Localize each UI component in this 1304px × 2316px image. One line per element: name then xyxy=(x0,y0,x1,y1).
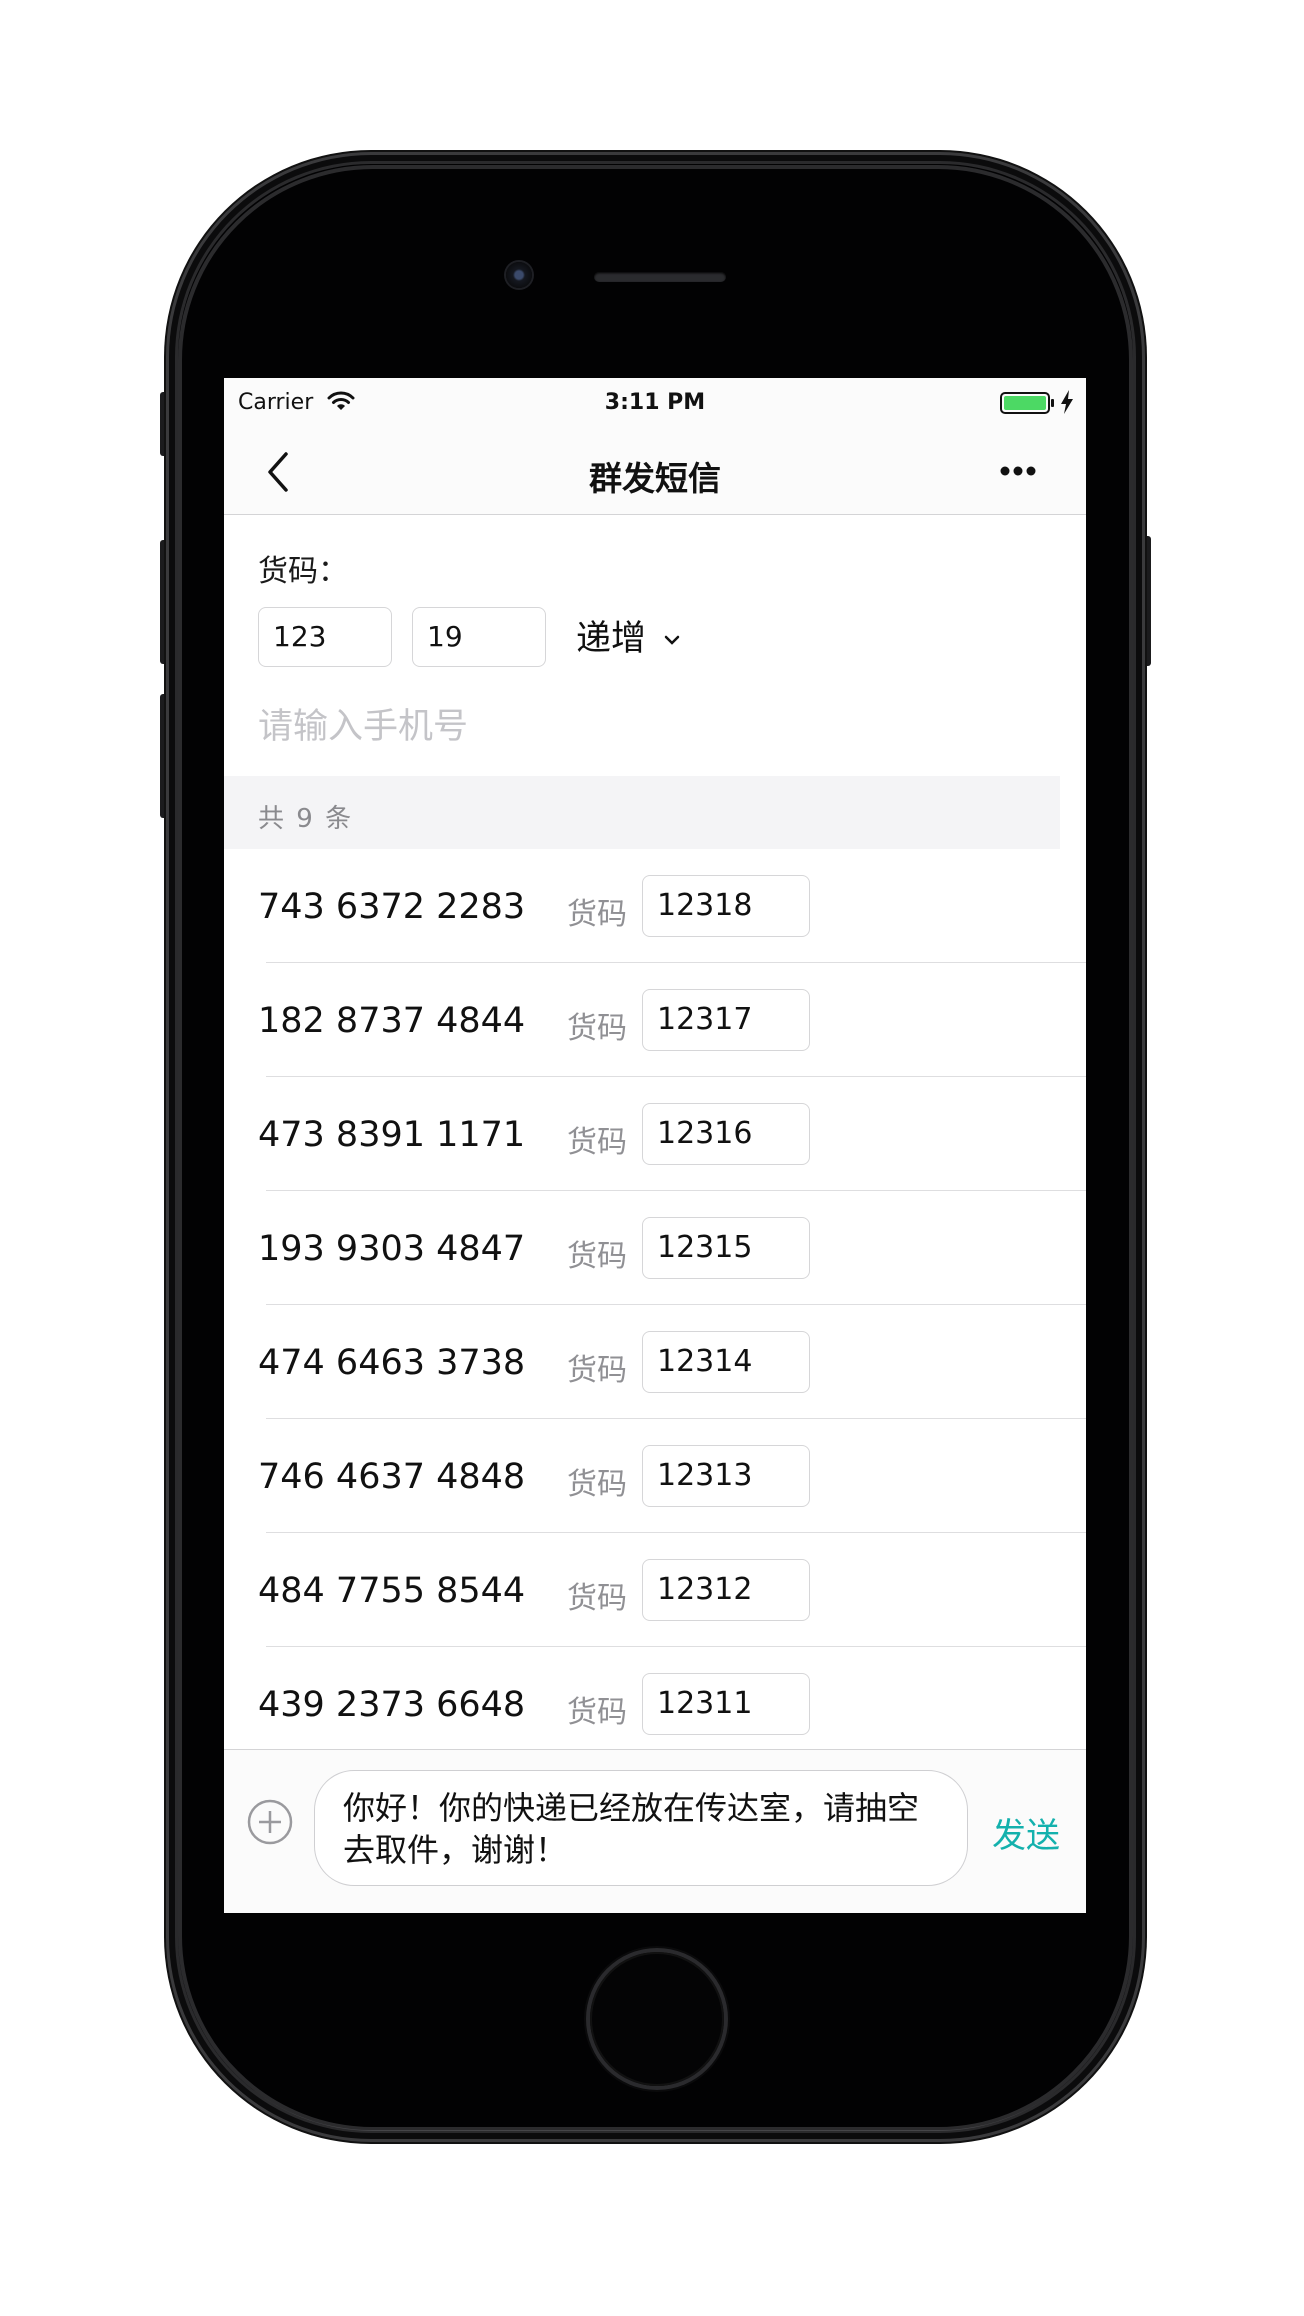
list-item[interactable]: 746 4637 4848 货码 12313 xyxy=(224,1419,1086,1533)
recipient-phone: 484 7755 8544 xyxy=(258,1571,526,1611)
charging-bolt-icon xyxy=(1061,390,1073,414)
row-code-input[interactable]: 12314 xyxy=(642,1331,810,1393)
code-start-input[interactable]: 123 xyxy=(258,607,392,667)
send-button[interactable]: 发送 xyxy=(992,1808,1060,1857)
front-camera xyxy=(506,262,532,288)
list-item[interactable]: 484 7755 8544 货码 12312 xyxy=(224,1533,1086,1647)
row-code-input[interactable]: 12313 xyxy=(642,1445,810,1507)
list-item[interactable]: 182 8737 4844 货码 12317 xyxy=(224,963,1086,1077)
phone-number-input[interactable]: 请输入手机号 xyxy=(258,698,1038,749)
navigation-bar: 群发短信 xyxy=(224,428,1086,515)
code-label: 货码： xyxy=(258,554,348,589)
recipient-phone: 746 4637 4848 xyxy=(258,1457,526,1497)
row-code-label: 货码 xyxy=(567,1125,627,1160)
code-number-input[interactable]: 19 xyxy=(412,607,546,667)
phone-screen: Carrier 3:11 PM 群发短信 货码： 123 19 递增 请输入手机… xyxy=(224,378,1086,1913)
row-code-input[interactable]: 12317 xyxy=(642,989,810,1051)
add-circle-icon[interactable] xyxy=(246,1798,294,1846)
list-item[interactable]: 474 6463 3738 货码 12314 xyxy=(224,1305,1086,1419)
compose-bar: 你好！你的快递已经放在传达室，请抽空去取件，谢谢！ 发送 xyxy=(224,1749,1086,1913)
page-title: 群发短信 xyxy=(589,459,721,498)
device-mockup: Carrier 3:11 PM 群发短信 货码： 123 19 递增 请输入手机… xyxy=(0,0,1304,2316)
count-section-header: 共 9 条 xyxy=(224,776,1060,849)
row-code-input[interactable]: 12316 xyxy=(642,1103,810,1165)
earpiece-speaker xyxy=(594,272,726,282)
recipient-phone: 473 8391 1171 xyxy=(258,1115,526,1155)
row-code-label: 货码 xyxy=(567,1695,627,1730)
recipient-phone: 439 2373 6648 xyxy=(258,1685,526,1725)
row-code-input[interactable]: 12318 xyxy=(642,875,810,937)
mode-value: 递增 xyxy=(576,619,647,659)
more-options-icon[interactable] xyxy=(1000,466,1036,476)
list-item[interactable]: 743 6372 2283 货码 12318 xyxy=(224,849,1086,963)
list-item[interactable]: 473 8391 1171 货码 12316 xyxy=(224,1077,1086,1191)
status-time: 3:11 PM xyxy=(604,390,706,415)
recipient-list: 743 6372 2283 货码 12318 182 8737 4844 货码 12317… xyxy=(224,849,1086,1761)
row-code-input[interactable]: 12315 xyxy=(642,1217,810,1279)
list-item[interactable]: 439 2373 6648 货码 12311 xyxy=(224,1647,1086,1761)
row-code-label: 货码 xyxy=(567,897,627,932)
count-label: 共 9 条 xyxy=(258,804,354,834)
list-item[interactable]: 193 9303 4847 货码 12315 xyxy=(224,1191,1086,1305)
status-bar: Carrier 3:11 PM xyxy=(224,378,1086,428)
home-button[interactable] xyxy=(590,1952,724,2086)
battery-icon xyxy=(1000,392,1054,414)
row-code-input[interactable]: 12311 xyxy=(642,1673,810,1735)
mode-dropdown[interactable]: 递增 xyxy=(576,610,681,661)
recipient-phone: 182 8737 4844 xyxy=(258,1001,526,1041)
row-code-label: 货码 xyxy=(567,1239,627,1274)
row-code-label: 货码 xyxy=(567,1353,627,1388)
row-code-label: 货码 xyxy=(567,1011,627,1046)
message-textarea[interactable]: 你好！你的快递已经放在传达室，请抽空去取件，谢谢！ xyxy=(314,1770,968,1886)
chevron-down-icon xyxy=(664,635,680,645)
row-code-label: 货码 xyxy=(567,1581,627,1616)
recipient-phone: 474 6463 3738 xyxy=(258,1343,526,1383)
recipient-phone: 743 6372 2283 xyxy=(258,887,526,927)
row-code-input[interactable]: 12312 xyxy=(642,1559,810,1621)
recipient-phone: 193 9303 4847 xyxy=(258,1229,526,1269)
row-code-label: 货码 xyxy=(567,1467,627,1502)
